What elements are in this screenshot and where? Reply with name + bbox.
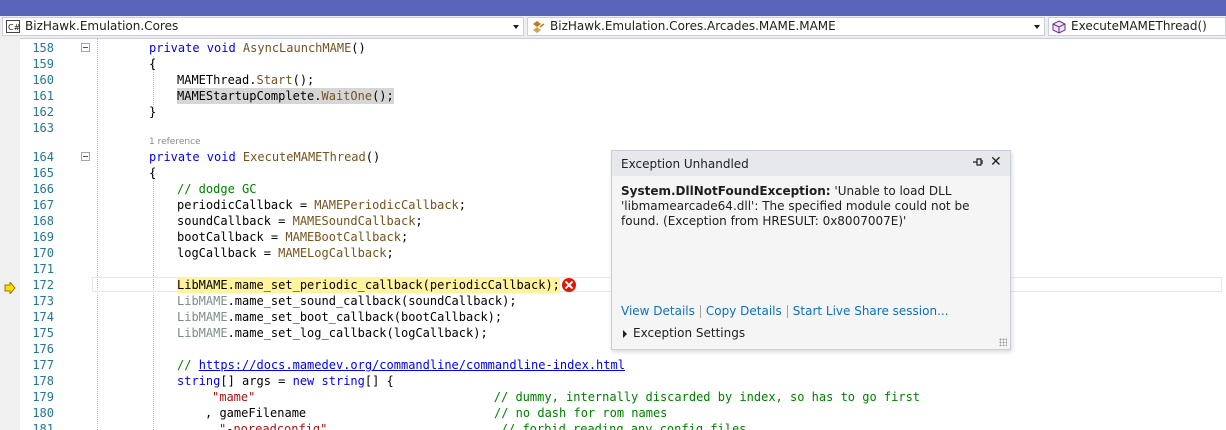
line-number: 166 bbox=[32, 182, 54, 196]
expand-arrow-icon bbox=[623, 329, 627, 338]
line-number: 180 bbox=[32, 406, 54, 420]
live-share-link[interactable]: Start Live Share session... bbox=[793, 304, 949, 318]
line-number: 181 bbox=[32, 422, 54, 430]
exception-actions: View Details Copy Details Start Live Share… bbox=[621, 304, 949, 318]
title-bar-strip bbox=[0, 0, 1226, 16]
exception-settings-toggle[interactable]: Exception Settings bbox=[623, 326, 745, 340]
line-number: 169 bbox=[32, 230, 54, 244]
class-name: BizHawk.Emulation.Cores.Arcades.MAME.MAM… bbox=[550, 19, 836, 33]
code-text: MAMEStartupComplete.WaitOne(); bbox=[177, 88, 394, 104]
project-name: BizHawk.Emulation.Cores bbox=[25, 19, 179, 33]
line-number: 159 bbox=[32, 57, 54, 71]
line-number: 162 bbox=[32, 105, 54, 119]
line-number: 177 bbox=[32, 358, 54, 372]
project-dropdown[interactable]: C# BizHawk.Emulation.Cores bbox=[2, 17, 524, 36]
code-line: 177 // https://docs.mamedev.org/commandl… bbox=[0, 357, 1226, 373]
line-number: 161 bbox=[32, 89, 54, 103]
copy-details-link[interactable]: Copy Details bbox=[706, 304, 782, 318]
code-line: 163 bbox=[0, 120, 1226, 136]
code-text: bootCallback = MAMEBootCallback; bbox=[177, 230, 409, 244]
code-text: LibMAME.mame_set_periodic_callback(perio… bbox=[177, 277, 560, 293]
code-line: 179 "mame" // dummy, internally discarde… bbox=[0, 389, 1226, 405]
code-text: "mame" // dummy, internally discarded by… bbox=[212, 390, 921, 404]
line-number: 158 bbox=[32, 41, 54, 55]
close-icon[interactable]: ✕ bbox=[990, 154, 1002, 170]
exception-type: System.DllNotFoundException: bbox=[621, 184, 831, 198]
code-text: , gameFilename // no dash for rom names bbox=[205, 406, 668, 420]
code-text: string[] args = new string[] { bbox=[177, 374, 394, 388]
code-text: } bbox=[149, 105, 157, 119]
member-name: ExecuteMAMEThread() bbox=[1071, 19, 1207, 33]
line-number: 170 bbox=[32, 246, 54, 260]
line-number: 164 bbox=[32, 150, 54, 164]
error-icon[interactable] bbox=[562, 278, 576, 292]
navigation-bar: C# BizHawk.Emulation.Cores BizHawk.Emula… bbox=[0, 16, 1226, 39]
code-comment: // https://docs.mamedev.org/commandline/… bbox=[177, 358, 625, 372]
code-text: private void AsyncLaunchMAME() bbox=[149, 41, 366, 55]
line-number: 163 bbox=[32, 121, 54, 135]
view-details-link[interactable]: View Details bbox=[621, 304, 695, 318]
code-text: LibMAME.mame_set_boot_callback(bootCallb… bbox=[177, 310, 503, 324]
code-text: private void ExecuteMAMEThread() bbox=[149, 150, 381, 164]
class-dropdown[interactable]: BizHawk.Emulation.Cores.Arcades.MAME.MAM… bbox=[527, 17, 1045, 36]
csharp-project-icon: C# bbox=[6, 20, 21, 35]
member-dropdown[interactable]: ExecuteMAMEThread() bbox=[1048, 17, 1226, 36]
class-icon bbox=[531, 20, 546, 35]
line-number: 167 bbox=[32, 198, 54, 212]
code-text: logCallback = MAMELogCallback; bbox=[177, 246, 394, 260]
exception-settings-label: Exception Settings bbox=[633, 326, 746, 340]
collapse-icon[interactable] bbox=[81, 43, 90, 52]
line-number: 179 bbox=[32, 390, 54, 404]
code-text: { bbox=[149, 166, 157, 180]
chevron-down-icon bbox=[1034, 25, 1040, 29]
code-text: LibMAME.mame_set_sound_callback(soundCal… bbox=[177, 294, 517, 308]
code-line: 178 string[] args = new string[] { bbox=[0, 373, 1226, 389]
line-number: 160 bbox=[32, 73, 54, 87]
divider bbox=[786, 305, 788, 318]
divider bbox=[699, 305, 701, 318]
code-line: 160 MAMEThread.Start(); bbox=[0, 72, 1226, 88]
line-number: 165 bbox=[32, 166, 54, 180]
line-number: 178 bbox=[32, 374, 54, 388]
code-line: 159 { bbox=[0, 56, 1226, 72]
svg-text:C#: C# bbox=[8, 23, 20, 32]
line-number: 168 bbox=[32, 214, 54, 228]
code-text: { bbox=[149, 57, 157, 71]
line-number: 173 bbox=[32, 294, 54, 308]
code-text: soundCallback = MAMESoundCallback; bbox=[177, 214, 423, 228]
line-number: 172 bbox=[32, 278, 54, 292]
method-icon bbox=[1052, 20, 1067, 35]
line-number: 174 bbox=[32, 310, 54, 324]
code-line: 158 private void AsyncLaunchMAME() bbox=[0, 40, 1226, 56]
code-text: MAMEThread.Start(); bbox=[177, 73, 315, 87]
codelens: 1 reference bbox=[0, 135, 1226, 149]
code-text: LibMAME.mame_set_log_callback(logCallbac… bbox=[177, 326, 488, 340]
docs-link[interactable]: https://docs.mamedev.org/commandline/com… bbox=[199, 358, 625, 372]
code-text: periodicCallback = MAMEPeriodicCallback; bbox=[177, 198, 467, 212]
code-line: 162 } bbox=[0, 104, 1226, 120]
code-line: 161 MAMEStartupComplete.WaitOne(); bbox=[0, 88, 1226, 104]
code-comment: // dodge GC bbox=[177, 182, 257, 196]
collapse-icon[interactable] bbox=[81, 152, 90, 161]
resize-grip-icon[interactable] bbox=[999, 338, 1007, 346]
line-number: 176 bbox=[32, 342, 54, 356]
exception-popup: Exception Unhandled ✕ System.DllNotFound… bbox=[611, 150, 1011, 350]
line-number: 175 bbox=[32, 326, 54, 340]
code-text: "-noreadconfig" // forbid reading any co… bbox=[219, 422, 747, 430]
exception-title: Exception Unhandled bbox=[621, 157, 749, 171]
line-number: 171 bbox=[32, 262, 54, 276]
exception-popup-header: Exception Unhandled ✕ bbox=[612, 151, 1010, 176]
reference-count-link[interactable]: 1 reference bbox=[149, 135, 201, 149]
code-line: 181 "-noreadconfig" // forbid reading an… bbox=[0, 421, 1226, 430]
chevron-down-icon bbox=[513, 25, 519, 29]
exception-message: System.DllNotFoundException: 'Unable to … bbox=[621, 184, 1001, 229]
code-line: 180 , gameFilename // no dash for rom na… bbox=[0, 405, 1226, 421]
pin-icon[interactable] bbox=[972, 157, 984, 170]
